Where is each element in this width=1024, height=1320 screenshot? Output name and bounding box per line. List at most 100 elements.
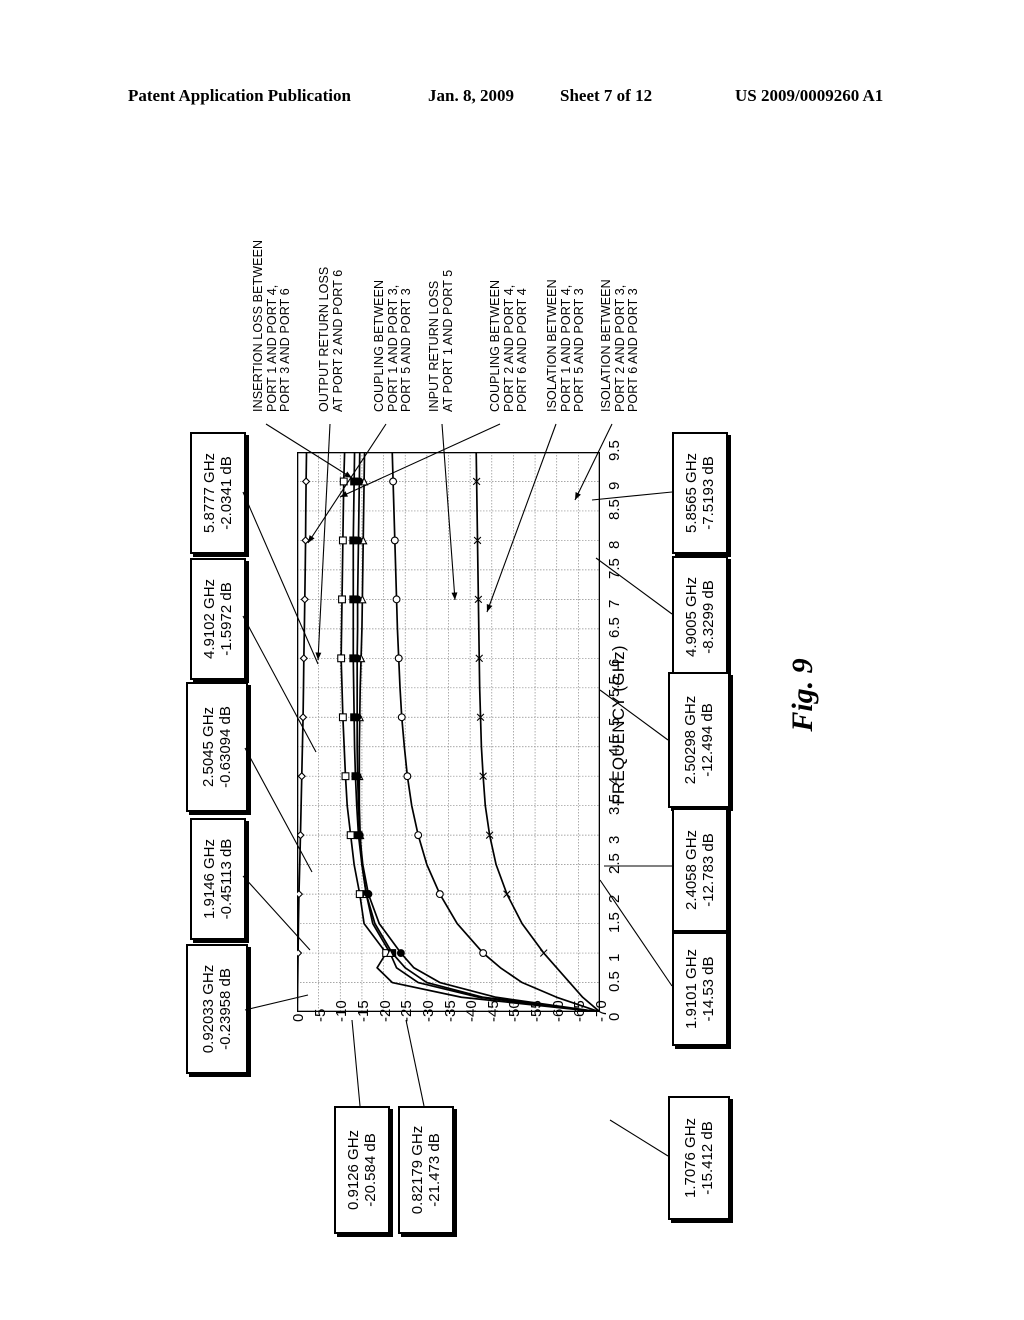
callout-level: -0.63094 dB — [217, 706, 234, 788]
publication-date: Jan. 8, 2009 — [428, 86, 514, 105]
data-point-marker — [337, 654, 346, 663]
callout-text: 2.50298 GHz -12.494 dB — [682, 696, 716, 784]
callout-frequency: 5.8777 GHz — [201, 452, 218, 534]
data-point-marker — [299, 654, 309, 663]
callout-text: 0.92033 GHz -0.23958 dB — [200, 965, 234, 1053]
leader-line — [591, 491, 673, 501]
curve-annotation-line: PORT 3 AND PORT 6 — [278, 288, 292, 412]
callout-frequency: 1.9101 GHz — [683, 948, 700, 1030]
data-point-marker — [403, 772, 412, 781]
x-axis-tick-label: 9.5 — [606, 440, 623, 461]
callout-frequency: 2.4058 GHz — [683, 829, 700, 911]
y-axis-tick-label: -10 — [333, 1000, 351, 1022]
callout-text: 0.9126 GHz -20.584 dB — [345, 1130, 379, 1210]
y-axis-tick-label: -55 — [528, 1000, 546, 1022]
callout-frequency: 0.82179 GHz — [409, 1125, 426, 1215]
callout-text: 1.9101 GHz -14.53 dB — [683, 949, 717, 1029]
series-line — [391, 452, 600, 1012]
chart-series — [389, 452, 600, 1012]
callout-text: 1.7076 GHz -15.412 dB — [682, 1118, 716, 1198]
data-point-marker — [394, 654, 403, 663]
curve-annotation-line: COUPLING BETWEEN — [488, 279, 502, 412]
x-axis-tick-label: 2.5 — [606, 852, 623, 874]
callout-text: 1.9146 GHz -0.45113 dB — [201, 839, 235, 920]
curve-annotation-line: PORT 5 AND PORT 3 — [572, 288, 586, 412]
curve-annotation-line: INSERTION LOSS BETWEEN — [251, 239, 265, 412]
x-axis-tick-label: 0.5 — [606, 970, 623, 992]
data-point-marker — [353, 713, 362, 722]
data-point-marker — [355, 890, 364, 899]
x-axis-tick-label: 3.5 — [606, 793, 623, 815]
data-point-marker — [346, 831, 355, 840]
curve-annotation-line: AT PORT 2 AND PORT 6 — [330, 269, 345, 412]
patent-number: US 2009/0009260 A1 — [735, 86, 884, 105]
chart-series — [472, 452, 600, 1012]
y-axis-tick-label: -25 — [398, 1000, 416, 1022]
data-point-marker — [414, 831, 423, 840]
data-point-marker — [301, 536, 310, 545]
callout-level: -8.3299 dB — [700, 580, 717, 654]
marker-callout-right-1: 4.9005 GHz -8.3299 dB — [672, 556, 728, 678]
data-point-marker — [353, 772, 362, 781]
data-point-marker — [355, 831, 364, 840]
callout-level: -12.494 dB — [699, 703, 716, 777]
curve-annotation-line: PORT 6 AND PORT 4 — [515, 288, 529, 412]
leader-line — [351, 1019, 361, 1107]
callout-frequency: 2.5045 GHz — [200, 706, 217, 788]
chart-plot-area — [297, 452, 600, 1012]
callout-level: -7.5193 dB — [700, 456, 717, 530]
y-axis-tick-label: -5 — [311, 1008, 329, 1022]
data-point-marker — [297, 889, 304, 899]
data-point-marker — [341, 772, 350, 781]
data-point-marker — [300, 595, 309, 604]
curve-annotation-line: ISOLATION BETWEEN — [545, 279, 559, 412]
data-point-marker — [355, 477, 364, 486]
marker-callout-right-4: 1.9101 GHz -14.53 dB — [672, 932, 728, 1046]
curve-annotation-line: PORT 5 AND PORT 3 — [399, 288, 413, 412]
series-line — [340, 452, 600, 1012]
y-axis-tick-label: -15 — [354, 1000, 372, 1022]
marker-callout-bottom-1: 0.82179 GHz -21.473 dB — [398, 1106, 454, 1234]
data-point-marker — [397, 713, 406, 722]
data-point-marker — [298, 713, 308, 722]
y-axis-tick-label: -20 — [376, 1000, 394, 1022]
curve-annotation-line: INPUT RETURN LOSS — [427, 280, 441, 412]
data-point-marker — [338, 536, 347, 545]
callout-level: -20.584 dB — [362, 1133, 379, 1207]
callout-text: 4.9102 GHz -1.5972 dB — [201, 579, 235, 659]
callout-level: -0.45113 dB — [218, 838, 235, 920]
x-axis-tick-label: 7.5 — [606, 558, 623, 579]
data-point-marker — [301, 477, 311, 486]
curve-annotation-line: COUPLING BETWEEN — [372, 279, 386, 412]
x-axis-tick-label: 2 — [606, 894, 623, 904]
callout-frequency: 4.9005 GHz — [683, 576, 700, 658]
callout-frequency: 4.9102 GHz — [201, 578, 218, 660]
x-axis-tick-label: 5.5 — [606, 675, 623, 697]
data-point-marker — [353, 595, 362, 604]
marker-callout-left-2: 2.5045 GHz -0.63094 dB — [186, 682, 248, 812]
curve-annotation-line: OUTPUT RETURN LOSS — [317, 266, 331, 412]
page-header: Patent Application Publication Jan. 8, 2… — [0, 86, 1024, 112]
x-axis-tick-label: 1.5 — [606, 911, 623, 933]
data-point-marker — [479, 949, 488, 958]
data-point-marker — [353, 654, 362, 663]
marker-callout-right-2: 2.50298 GHz -12.494 dB — [668, 672, 730, 808]
callout-text: 2.5045 GHz -0.63094 dB — [200, 706, 234, 788]
data-point-marker — [339, 477, 348, 486]
callout-frequency: 0.92033 GHz — [200, 964, 217, 1054]
series-line — [297, 452, 308, 1012]
series-line — [475, 452, 600, 1012]
x-axis-tick-label: 9 — [606, 482, 623, 491]
chart-series — [349, 452, 600, 1012]
x-axis-tick-label: 6 — [606, 658, 623, 668]
marker-callout-left-0: 5.8777 GHz -2.0341 dB — [190, 432, 246, 554]
sheet-number: Sheet 7 of 12 — [560, 86, 653, 105]
callout-text: 0.82179 GHz -21.473 dB — [409, 1126, 443, 1214]
callout-level: -1.5972 dB — [218, 582, 235, 656]
marker-callout-right-5: 1.7076 GHz -15.412 dB — [668, 1096, 730, 1220]
callout-frequency: 0.9126 GHz — [345, 1129, 362, 1211]
x-axis-tick-label: 7 — [606, 600, 623, 609]
x-axis-tick-label: 1 — [606, 953, 623, 963]
data-point-marker — [297, 772, 306, 781]
callout-level: -21.473 dB — [426, 1133, 443, 1207]
